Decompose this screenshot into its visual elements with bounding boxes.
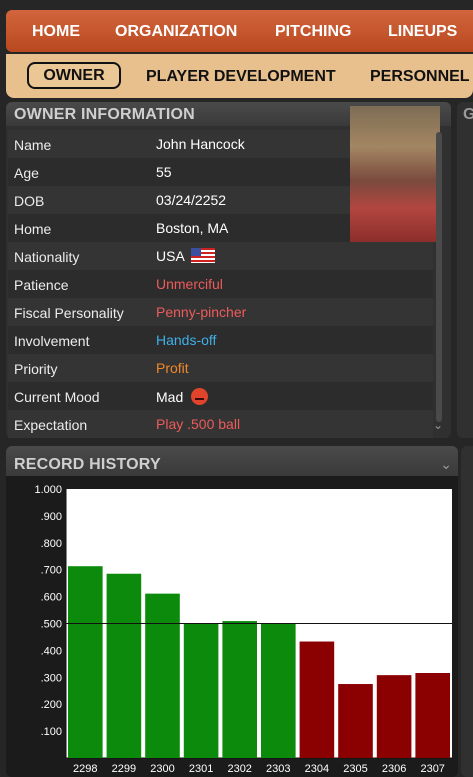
owner-field-text: Unmerciful [156,276,223,292]
owner-field-text: Mad [156,389,184,405]
owner-field-label: DOB [14,193,45,209]
owner-field-value: John Hancock [156,136,245,152]
owner-field-value: Profit [156,360,189,376]
owner-field-value: USA [156,248,215,264]
owner-field-text: 55 [156,164,172,180]
owner-field-value: Mad [156,388,209,405]
owner-field-value: Hands-off [156,332,216,348]
nav-lineups[interactable]: LINEUPS [388,23,457,41]
owner-field-label: Age [14,165,39,181]
owner-field-text: Penny-pincher [156,304,247,320]
owner-field-text: Boston, MA [156,220,229,236]
side-panel: G [457,102,473,438]
nav-pitching[interactable]: PITCHING [275,23,351,41]
owner-field-label: Priority [14,361,58,377]
owner-field-text: 03/24/2252 [156,192,227,208]
owner-field-label: Name [14,137,52,153]
owner-row-priority: Priority Profit [8,354,433,382]
owner-field-value: Penny-pincher [156,304,246,320]
owner-field-value: 55 [156,164,172,180]
subnav-player-development[interactable]: PLAYER DEVELOPMENT [146,68,336,86]
record-history-panel: RECORD HISTORY ⌄ [6,446,458,777]
owner-row-nationality: Nationality USA [8,242,433,270]
owner-field-label: Current Mood [14,389,100,405]
owner-row-expectation: Expectation Play .500 ball [8,410,433,438]
owner-field-label: Involvement [14,333,90,349]
record-panel-header: RECORD HISTORY ⌄ [6,446,458,476]
owner-row-fiscal-personality: Fiscal Personality Penny-pincher [8,298,433,326]
owner-field-value: Unmerciful [156,276,223,292]
owner-field-value: 03/24/2252 [156,192,226,208]
nav-home[interactable]: HOME [32,23,80,41]
subnav-owner[interactable]: OWNER [27,62,121,89]
top-nav: HOME ORGANIZATION PITCHING LINEUPS [6,10,473,52]
side-panel-lower [461,446,473,777]
owner-scrollbar[interactable] [436,132,442,422]
owner-field-label: Fiscal Personality [14,305,124,321]
owner-panel-title: OWNER INFORMATION [14,106,195,123]
owner-row-involvement: Involvement Hands-off [8,326,433,354]
owner-field-text: Hands-off [156,332,217,348]
owner-row-patience: Patience Unmerciful [8,270,433,298]
owner-portrait [350,106,440,242]
sub-nav: OWNER PLAYER DEVELOPMENT PERSONNEL [6,54,473,98]
us-flag-icon [190,248,215,263]
owner-field-label: Home [14,221,52,237]
owner-field-text: USA [156,248,185,264]
owner-field-label: Nationality [14,249,80,265]
scroll-down-icon[interactable]: ⌄ [433,418,443,432]
angry-face-icon [191,388,209,405]
collapse-chevron-icon[interactable]: ⌄ [440,456,452,473]
owner-row-current-mood: Current Mood Mad [8,382,433,410]
owner-field-text: John Hancock [156,136,245,152]
owner-field-label: Expectation [14,417,88,433]
owner-field-text: Play .500 ball [156,416,241,432]
owner-field-value: Boston, MA [156,220,228,236]
subnav-personnel[interactable]: PERSONNEL [370,68,470,86]
owner-field-label: Patience [14,277,69,293]
record-panel-title: RECORD HISTORY [14,456,161,473]
side-panel-title: G [463,106,473,123]
nav-organization[interactable]: ORGANIZATION [115,23,237,41]
owner-information-panel: OWNER INFORMATION Name John Hancock Age 55 D… [6,102,451,438]
owner-field-value: Play .500 ball [156,416,240,432]
owner-field-text: Profit [156,360,189,376]
